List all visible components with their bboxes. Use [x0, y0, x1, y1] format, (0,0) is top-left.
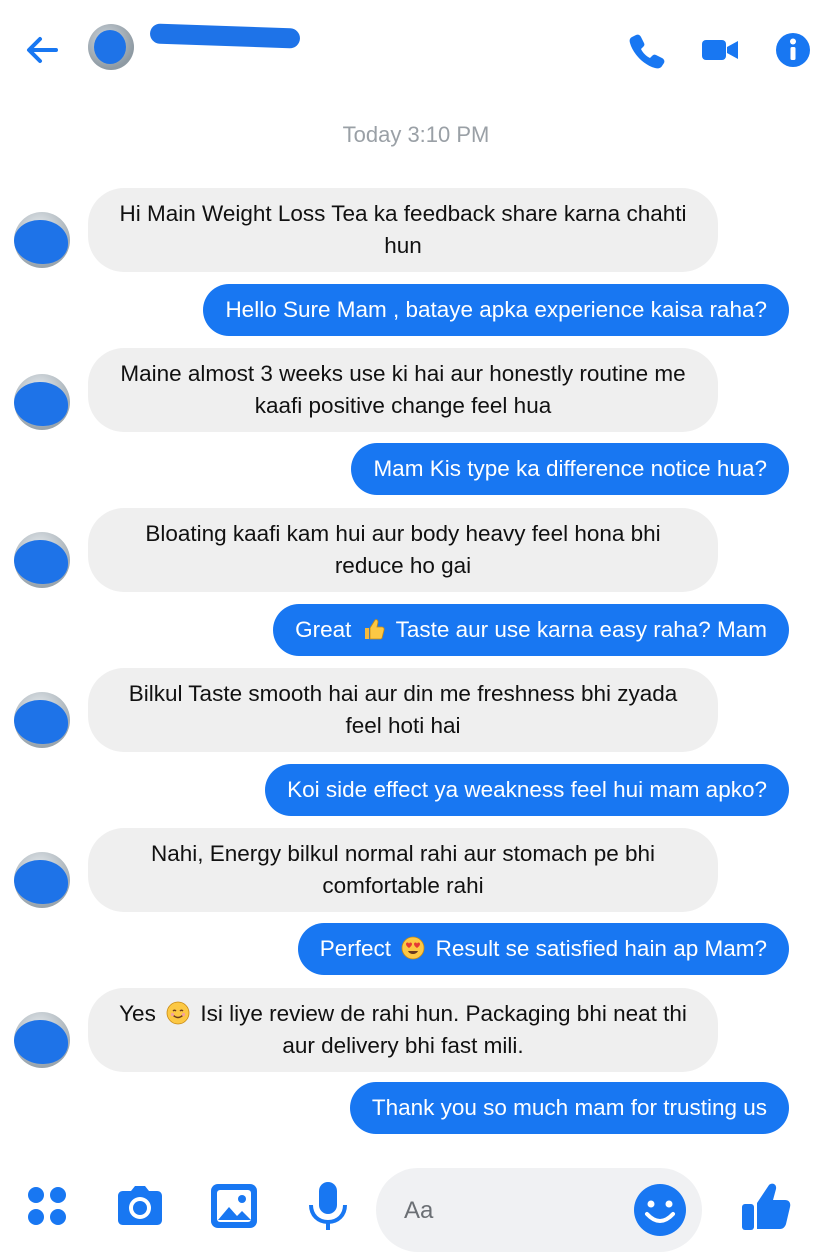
incoming-message[interactable]: Yes Isi liye review de rahi hun. Packagi… — [88, 988, 718, 1072]
sender-avatar — [14, 852, 70, 908]
sender-avatar — [14, 212, 70, 268]
message-text: Bilkul Taste smooth hai aur din me fresh… — [128, 681, 678, 738]
incoming-message[interactable]: Bilkul Taste smooth hai aur din me fresh… — [88, 668, 718, 752]
thumbs-up-emoji — [364, 619, 385, 640]
conversation-header — [0, 0, 832, 100]
sender-avatar — [14, 374, 70, 430]
apps-grid-icon[interactable] — [20, 1178, 76, 1234]
message-text: Taste aur use karna easy raha? Mam — [395, 617, 767, 642]
info-icon[interactable] — [773, 30, 813, 70]
microphone-icon[interactable] — [300, 1178, 356, 1234]
message-text: Great — [295, 617, 352, 642]
smiling-emoji — [166, 1001, 190, 1025]
message-text: Maine almost 3 weeks use ki hai aur hone… — [120, 361, 686, 418]
message-text: Perfect — [319, 936, 392, 961]
incoming-message[interactable]: Bloating kaafi kam hui aur body heavy fe… — [88, 508, 718, 592]
timestamp: Today 3:10 PM — [342, 122, 490, 147]
image-icon[interactable] — [206, 1178, 262, 1234]
sender-avatar — [14, 532, 70, 588]
message-text: Mam Kis type ka difference notice hua? — [373, 456, 767, 481]
sender-avatar — [14, 692, 70, 748]
video-camera-icon[interactable] — [700, 30, 740, 70]
message-text: Result se satisfied hain ap Mam? — [435, 936, 767, 961]
back-arrow-icon[interactable] — [22, 30, 62, 70]
contact-avatar[interactable] — [88, 24, 134, 70]
camera-icon[interactable] — [112, 1178, 168, 1234]
message-composer — [0, 1168, 832, 1259]
message-text: Thank you so much mam for trusting us — [371, 1095, 767, 1120]
outgoing-message[interactable]: Perfect Result se satisfied hain ap Mam? — [297, 923, 789, 975]
incoming-message[interactable]: Maine almost 3 weeks use ki hai aur hone… — [88, 348, 718, 432]
emoji-icon[interactable] — [632, 1182, 688, 1238]
message-text: Nahi, Energy bilkul normal rahi aur stom… — [151, 841, 655, 898]
incoming-message[interactable]: Hi Main Weight Loss Tea ka feedback shar… — [88, 188, 718, 272]
message-input[interactable] — [402, 1188, 636, 1234]
sender-avatar — [14, 1012, 70, 1068]
message-text: Koi side effect ya weakness feel hui mam… — [287, 777, 767, 802]
outgoing-message[interactable]: Koi side effect ya weakness feel hui mam… — [265, 764, 789, 816]
outgoing-message[interactable]: Hello Sure Mam , bataye apka experience … — [203, 284, 789, 336]
message-text: Bloating kaafi kam hui aur body heavy fe… — [145, 521, 661, 578]
heart-eyes-emoji — [401, 936, 425, 960]
outgoing-message[interactable]: Thank you so much mam for trusting us — [349, 1082, 789, 1134]
contact-name-redacted — [149, 23, 301, 49]
message-text: Yes — [119, 1001, 156, 1026]
message-input-container[interactable] — [376, 1168, 702, 1252]
incoming-message[interactable]: Nahi, Energy bilkul normal rahi aur stom… — [88, 828, 718, 912]
message-text: Isi liye review de rahi hun. Packaging b… — [200, 1001, 687, 1058]
outgoing-message[interactable]: Mam Kis type ka difference notice hua? — [351, 443, 789, 495]
message-text: Hi Main Weight Loss Tea ka feedback shar… — [119, 201, 687, 258]
like-thumb-icon[interactable] — [738, 1178, 794, 1234]
phone-icon[interactable] — [627, 30, 667, 70]
message-text: Hello Sure Mam , bataye apka experience … — [225, 297, 767, 322]
outgoing-message[interactable]: Great Taste aur use karna easy raha? Mam — [273, 604, 789, 656]
